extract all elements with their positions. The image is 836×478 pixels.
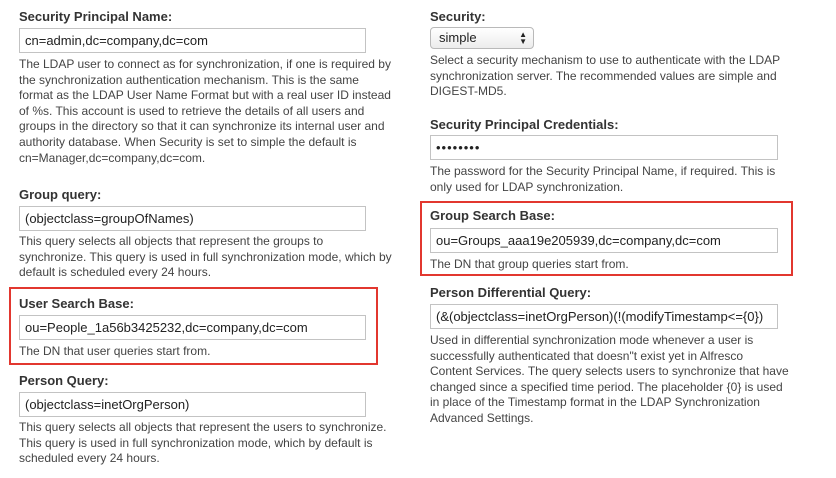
security-help: Select a security mechanism to use to au… <box>430 53 780 100</box>
help-line: the synchronization authentication mecha… <box>19 72 359 87</box>
help-line: cn=Manager,dc=company,dc=com. <box>19 150 206 165</box>
person-query-field: Person Query: (objectclass=inetOrgPerson… <box>19 373 415 465</box>
group-query-label: Group query: <box>19 187 102 202</box>
user-search-base-highlight <box>9 287 378 365</box>
help-line: changed since a specified time period. T… <box>430 379 783 394</box>
group-query-field: Group query: (objectclass=groupOfNames) … <box>19 187 415 279</box>
person-differential-query-help: Used in differential synchronization mod… <box>430 333 789 427</box>
security-principal-name-help: The LDAP user to connect as for synchron… <box>19 57 391 166</box>
help-line: scheduled every 24 hours. <box>19 451 160 466</box>
help-line: authority database. When Security is set… <box>19 134 357 149</box>
security-field: Security: simple ▲ ▼ Select a security me… <box>430 9 810 98</box>
security-principal-name-label: Security Principal Name: <box>19 9 173 24</box>
help-line: This query selects all objects that repr… <box>19 234 324 248</box>
security-principal-credentials-label: Security Principal Credentials: <box>430 117 619 132</box>
person-differential-query-input[interactable]: (&(objectclass=inetOrgPerson)(!(modifyTi… <box>430 304 778 329</box>
help-line: only used for LDAP synchronization. <box>430 179 624 194</box>
group-search-base-highlight <box>420 201 793 276</box>
group-query-help: This query selects all objects that repr… <box>19 234 392 281</box>
help-line: Select a security mechanism to use to au… <box>430 53 781 67</box>
help-line: Advanced Settings. <box>430 410 534 425</box>
help-line: synchronize. This query is used in full … <box>19 249 392 264</box>
person-query-help: This query selects all objects that repr… <box>19 420 387 467</box>
security-principal-name-input[interactable]: cn=admin,dc=company,dc=com <box>19 28 366 53</box>
help-line: DIGEST-MD5. <box>430 84 507 99</box>
help-line: format as the LDAP User Name Format but … <box>19 88 391 103</box>
help-line: of %s. This account is used to retrieve … <box>19 103 365 118</box>
help-line: successfully authenticated that doesn"t … <box>430 348 744 363</box>
help-line: This query is used in full synchronizati… <box>19 435 373 450</box>
help-line: default is scheduled every 24 hours. <box>19 265 212 280</box>
person-differential-query-label: Person Differential Query: <box>430 285 592 300</box>
person-differential-query-field: Person Differential Query: (&(objectclas… <box>430 285 810 425</box>
person-query-label: Person Query: <box>19 373 109 388</box>
help-line: The password for the Security Principal … <box>430 164 776 178</box>
security-principal-credentials-help: The password for the Security Principal … <box>430 164 775 195</box>
security-select-value: simple <box>439 30 477 45</box>
person-query-input[interactable]: (objectclass=inetOrgPerson) <box>19 392 366 417</box>
help-line: Content Services. The query selects user… <box>430 364 789 379</box>
group-query-input[interactable]: (objectclass=groupOfNames) <box>19 206 366 231</box>
security-label: Security: <box>430 9 486 24</box>
help-line: The LDAP user to connect as for synchron… <box>19 57 391 71</box>
security-principal-name-field: Security Principal Name: cn=admin,dc=com… <box>19 9 415 165</box>
password-input[interactable]: •••••••• <box>430 135 778 160</box>
select-arrows-icon: ▲ ▼ <box>519 30 527 46</box>
help-line: This query selects all objects that repr… <box>19 420 387 434</box>
security-principal-credentials-field: Security Principal Credentials: ••••••••… <box>430 117 810 194</box>
help-line: groups in the directory so that it can s… <box>19 119 385 134</box>
help-line: Used in differential synchronization mod… <box>430 333 754 347</box>
security-select[interactable]: simple ▲ ▼ <box>430 27 534 49</box>
help-line: synchronization server. The recommended … <box>430 68 777 83</box>
help-line: in place of the Timestamp format in the … <box>430 395 760 410</box>
